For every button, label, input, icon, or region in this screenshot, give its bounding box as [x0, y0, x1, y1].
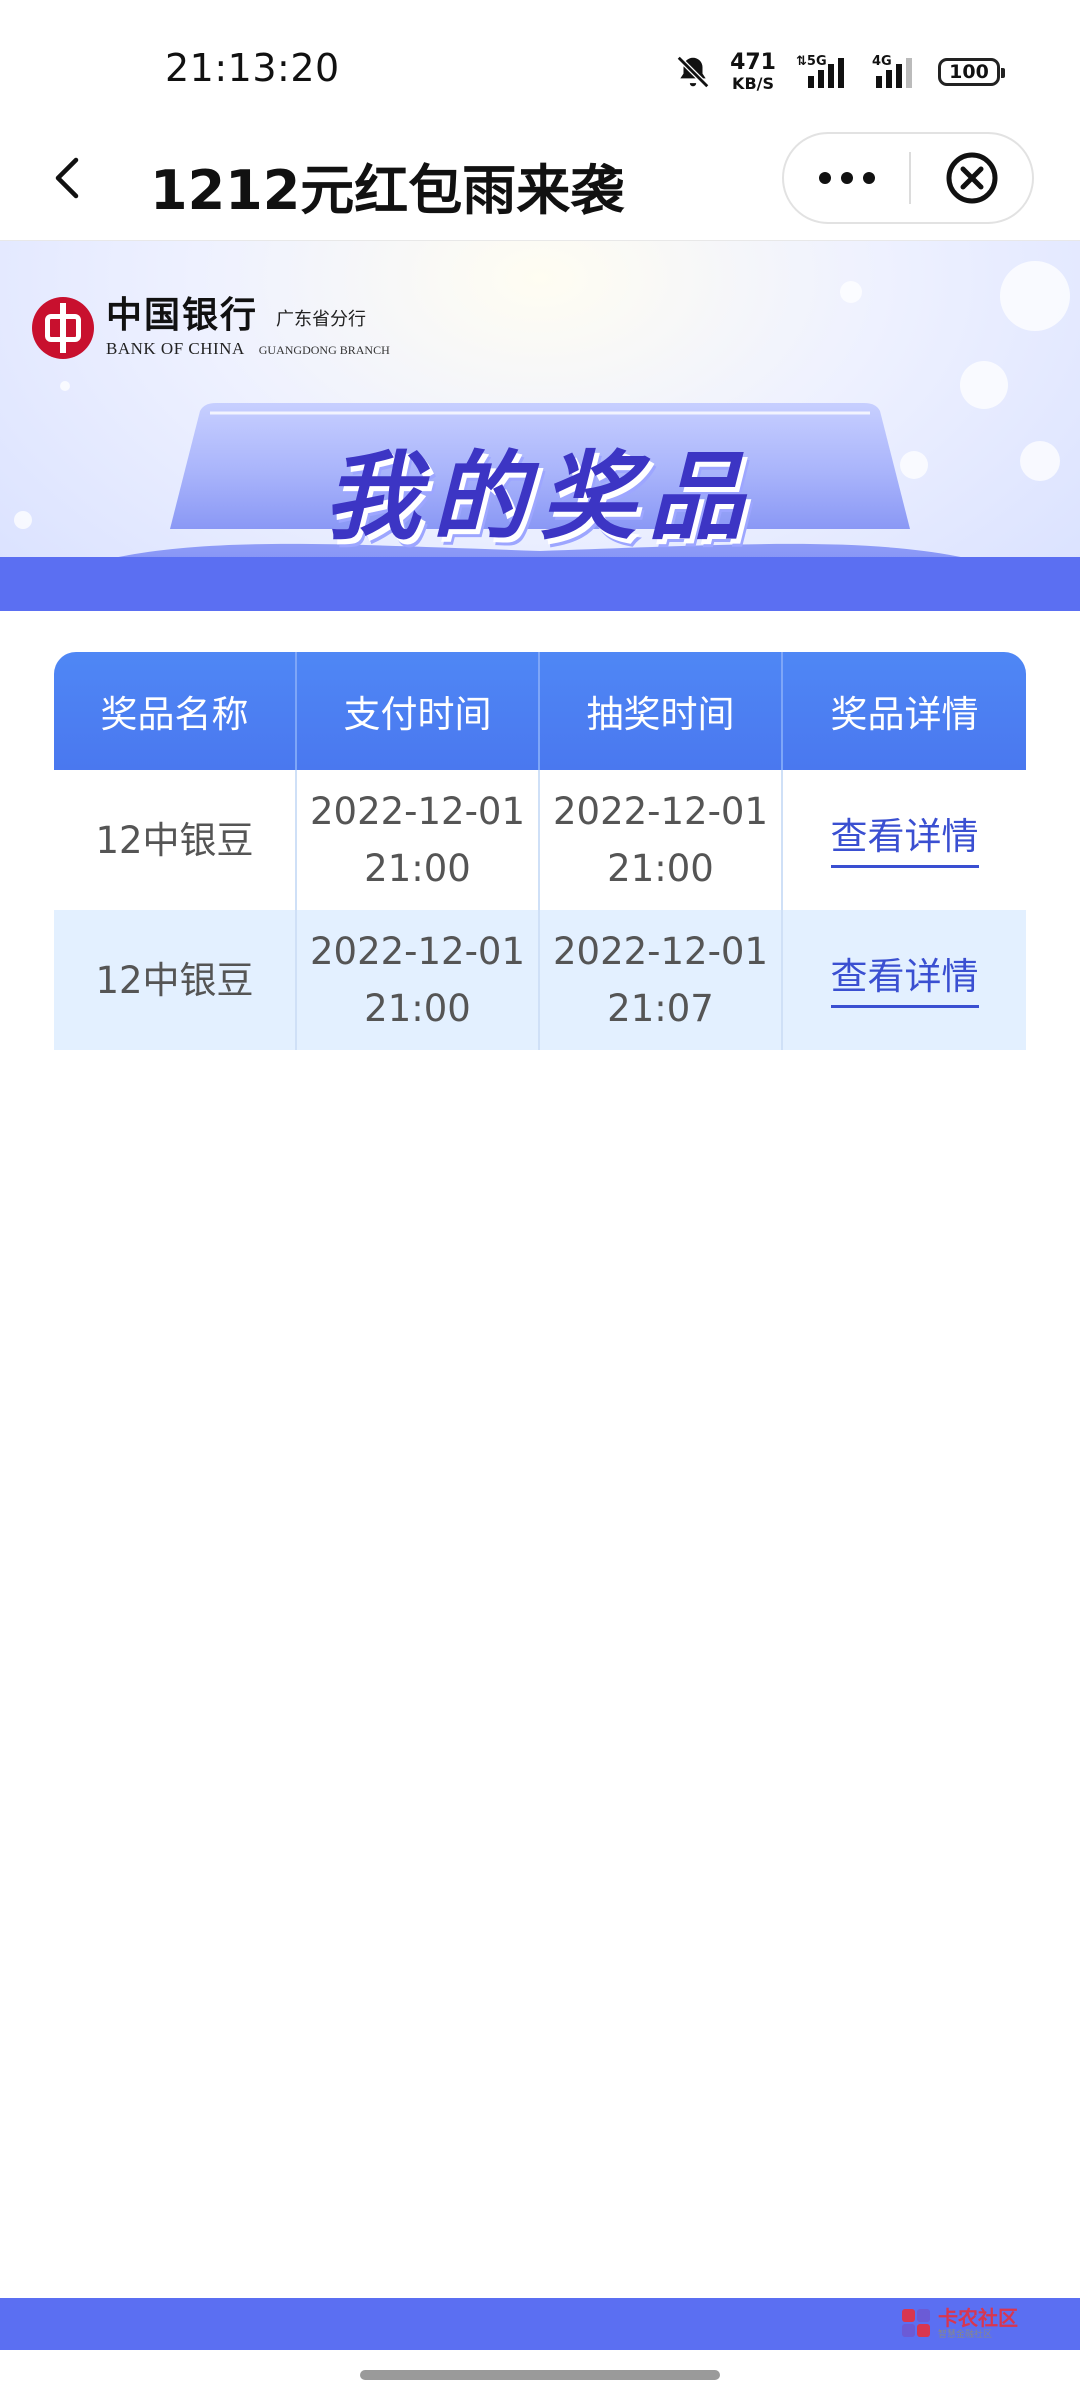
- table-header: 奖品名称 支付时间 抽奖时间 奖品详情: [54, 652, 1026, 770]
- home-indicator[interactable]: [360, 2370, 720, 2380]
- banner: 中国银行 广东省分行 BANK OF CHINA GUANGDONG BRANC…: [0, 240, 1080, 611]
- status-time: 21:13:20: [165, 46, 340, 90]
- draw-time: 2022-12-01 21:07: [540, 910, 783, 1050]
- network-speed: 471 KB/S: [730, 52, 776, 92]
- watermark-name: 卡农社区: [938, 2306, 1018, 2330]
- header-pay-time: 支付时间: [297, 652, 540, 770]
- bank-of-china-icon: [32, 297, 94, 359]
- nav-bar: 1212元红包雨来袭: [0, 120, 1080, 240]
- pay-date: 2022-12-01: [309, 790, 526, 833]
- prize-detail: 查看详情: [783, 910, 1026, 1050]
- draw-clock: 21:00: [607, 847, 714, 890]
- watermark-logo-icon: [902, 2309, 932, 2339]
- page-title: 1212元红包雨来袭: [150, 159, 625, 222]
- draw-date: 2022-12-01: [552, 790, 769, 833]
- draw-date: 2022-12-01: [552, 930, 769, 973]
- branch-name-cn: 广东省分行: [276, 309, 367, 330]
- banner-title: 我的奖品: [324, 441, 756, 553]
- watermark: 卡农社区 智慧金融社区: [902, 2308, 1018, 2340]
- more-button[interactable]: [784, 134, 909, 222]
- table-row: 12中银豆 2022-12-01 21:00 2022-12-01 21:00 …: [54, 770, 1026, 910]
- bell-muted-icon: [674, 53, 712, 91]
- svg-text:⇅5G: ⇅5G: [796, 54, 827, 69]
- banner-stripe: [0, 557, 1080, 611]
- prize-name: 12中银豆: [54, 910, 297, 1050]
- header-prize-detail: 奖品详情: [830, 693, 979, 736]
- close-button[interactable]: [911, 134, 1032, 222]
- draw-time: 2022-12-01 21:00: [540, 770, 783, 910]
- battery-icon: 100: [938, 58, 1005, 86]
- prize-detail: 查看详情: [783, 770, 1026, 910]
- status-bar: 21:13:20 471 KB/S ⇅5G 4G 100: [0, 0, 1080, 140]
- pay-clock: 21:00: [364, 987, 471, 1030]
- svg-text:4G: 4G: [872, 54, 892, 69]
- bank-logo: 中国银行 广东省分行 BANK OF CHINA GUANGDONG BRANC…: [32, 297, 390, 359]
- network-speed-value: 471: [730, 50, 776, 75]
- view-detail-link[interactable]: 查看详情: [830, 813, 979, 868]
- prize-table: 奖品名称 支付时间 抽奖时间 奖品详情 12中银豆 2022-12-01 21:…: [54, 652, 1026, 1050]
- pay-date: 2022-12-01: [309, 930, 526, 973]
- header-draw-time: 抽奖时间: [540, 652, 783, 770]
- bank-name-cn: 中国银行: [106, 294, 259, 336]
- signal-5g-icon: ⇅5G: [794, 52, 852, 92]
- back-icon[interactable]: [40, 148, 100, 208]
- table-row: 12中银豆 2022-12-01 21:00 2022-12-01 21:07 …: [54, 910, 1026, 1050]
- battery-level: 100: [949, 61, 989, 83]
- close-circle-icon: [946, 152, 997, 204]
- header-prize-name: 奖品名称: [54, 652, 297, 770]
- bank-name-en: BANK OF CHINA: [106, 339, 245, 358]
- watermark-subtitle: 智慧金融社区: [938, 2330, 993, 2340]
- draw-clock: 21:07: [607, 987, 714, 1030]
- mini-program-capsule: [782, 132, 1034, 224]
- signal-4g-icon: 4G: [870, 52, 920, 92]
- prize-name: 12中银豆: [54, 770, 297, 910]
- branch-name-en: GUANGDONG BRANCH: [258, 343, 390, 357]
- pay-time: 2022-12-01 21:00: [297, 770, 540, 910]
- status-icons: 471 KB/S ⇅5G 4G 100: [674, 50, 1005, 94]
- view-detail-link[interactable]: 查看详情: [830, 953, 979, 1008]
- pay-time: 2022-12-01 21:00: [297, 910, 540, 1050]
- pay-clock: 21:00: [364, 847, 471, 890]
- network-speed-unit: KB/S: [732, 74, 775, 93]
- more-dots-icon: [818, 172, 875, 184]
